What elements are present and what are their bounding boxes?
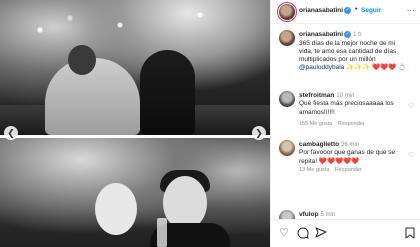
- caption-username[interactable]: orianasabatini: [299, 31, 343, 38]
- wedding-photo-bottom: [0, 138, 270, 247]
- comment-username[interactable]: vfulop: [299, 211, 319, 218]
- comment-time: 5 min: [320, 212, 336, 218]
- avatar[interactable]: [279, 30, 295, 46]
- avatar[interactable]: [279, 140, 295, 156]
- verified-badge-icon: ✓: [344, 31, 352, 38]
- comment-time: 10 min: [336, 93, 355, 99]
- heart-icon[interactable]: ♡: [408, 151, 414, 159]
- follow-button[interactable]: Seguir: [361, 7, 381, 14]
- reply-button[interactable]: Responder: [335, 167, 362, 173]
- bookmark-icon[interactable]: [405, 227, 415, 242]
- comment-likes[interactable]: 13 Me gusta: [299, 167, 329, 173]
- chevron-left-icon[interactable]: ❮: [4, 126, 18, 140]
- avatar[interactable]: [279, 4, 295, 20]
- post-side-panel: orianasabatini ✓ • Seguir ... orianasabat…: [270, 0, 420, 247]
- reply-button[interactable]: Responder: [338, 121, 365, 127]
- heart-icon[interactable]: ♡: [279, 227, 289, 239]
- wedding-photo-top: [0, 0, 270, 135]
- share-icon[interactable]: [315, 227, 327, 242]
- comment-username[interactable]: stefroitman: [299, 92, 334, 99]
- avatar[interactable]: [279, 91, 295, 107]
- comment-text: Por favooor que ganas de que se repita! …: [299, 149, 396, 165]
- comment-time: 26 min: [341, 142, 360, 148]
- comment-username[interactable]: cambaglietto: [299, 141, 339, 148]
- caption-mention[interactable]: @pauloddybala: [299, 64, 344, 71]
- separator-dot: •: [355, 6, 358, 13]
- heart-icon[interactable]: ♡: [408, 102, 414, 110]
- caption-text: 365 días de la mejor noche de mi vida, t…: [299, 39, 397, 64]
- comment-text: Qué fiesta más preciosaaaaa los amamos!!…: [299, 100, 394, 116]
- caption-emojis: ✨✨✨ ❤️❤️❤️ 💍: [346, 64, 407, 72]
- action-bar: ♡: [271, 219, 420, 247]
- comment-icon[interactable]: [297, 227, 309, 242]
- comment-likes[interactable]: 155 Me gusta: [299, 121, 332, 127]
- post-header: orianasabatini ✓ • Seguir ...: [271, 0, 420, 24]
- post-photo[interactable]: ❮ ❯: [0, 0, 270, 247]
- caption-time: 1 h: [353, 32, 362, 39]
- instagram-post: ❮ ❯ orianasabatini ✓ • Seguir ... orianas…: [0, 0, 420, 247]
- more-options-icon[interactable]: ...: [407, 4, 415, 13]
- chevron-right-icon[interactable]: ❯: [252, 126, 266, 140]
- username-link[interactable]: orianasabatini ✓: [299, 7, 352, 14]
- verified-badge-icon: ✓: [344, 7, 352, 14]
